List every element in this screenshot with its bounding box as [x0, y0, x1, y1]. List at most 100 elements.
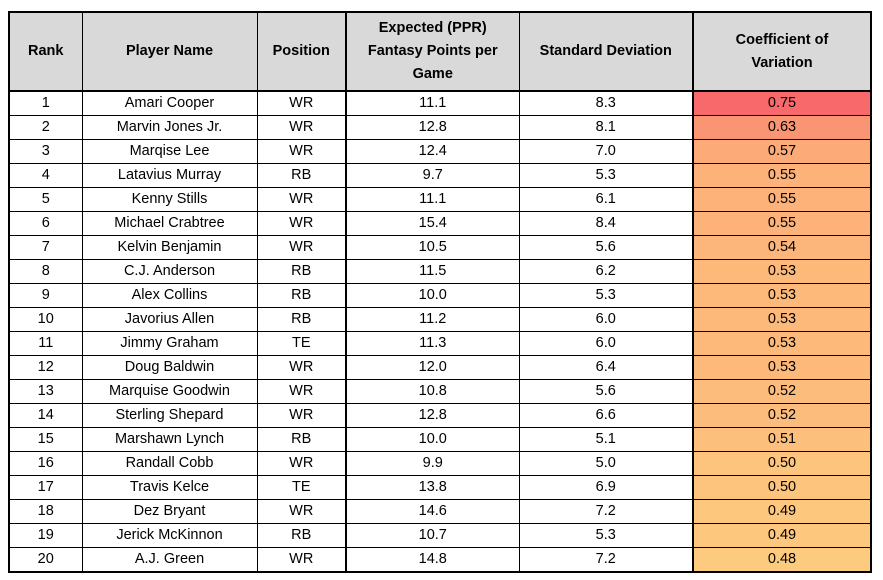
- cv-cell: 0.49: [692, 523, 872, 548]
- standard-deviation-cell: 6.2: [518, 259, 694, 284]
- position-cell: WR: [256, 355, 347, 380]
- table-row: 4 Latavius Murray RB 9.7 5.3 0.55: [8, 163, 872, 188]
- cv-cell: 0.52: [692, 403, 872, 428]
- standard-deviation-cell: 6.6: [518, 403, 694, 428]
- player-name-cell: Latavius Murray: [81, 163, 258, 188]
- player-name-cell: C.J. Anderson: [81, 259, 258, 284]
- cv-cell: 0.63: [692, 115, 872, 140]
- position-cell: TE: [256, 331, 347, 356]
- table-row: 14 Sterling Shepard WR 12.8 6.6 0.52: [8, 403, 872, 428]
- table-row: 19 Jerick McKinnon RB 10.7 5.3 0.49: [8, 523, 872, 548]
- expected-points-cell: 15.4: [345, 211, 520, 236]
- expected-points-cell: 13.8: [345, 475, 520, 500]
- player-name-cell: Sterling Shepard: [81, 403, 258, 428]
- position-cell: WR: [256, 90, 347, 116]
- expected-points-cell: 14.8: [345, 547, 520, 573]
- cv-cell: 0.53: [692, 355, 872, 380]
- header-standard-deviation: Standard Deviation: [518, 11, 694, 92]
- header-player-name: Player Name: [81, 11, 258, 92]
- table-row: 20 A.J. Green WR 14.8 7.2 0.48: [8, 547, 872, 573]
- expected-points-cell: 10.7: [345, 523, 520, 548]
- rank-cell: 17: [8, 475, 83, 500]
- table-row: 17 Travis Kelce TE 13.8 6.9 0.50: [8, 475, 872, 500]
- position-cell: RB: [256, 283, 347, 308]
- header-coefficient-of-variation: Coefficient of Variation: [692, 11, 872, 92]
- rank-cell: 16: [8, 451, 83, 476]
- rank-cell: 13: [8, 379, 83, 404]
- player-name-cell: Dez Bryant: [81, 499, 258, 524]
- cv-cell: 0.75: [692, 90, 872, 116]
- standard-deviation-cell: 6.0: [518, 307, 694, 332]
- rank-cell: 3: [8, 139, 83, 164]
- position-cell: RB: [256, 307, 347, 332]
- table-row: 12 Doug Baldwin WR 12.0 6.4 0.53: [8, 355, 872, 380]
- rank-cell: 7: [8, 235, 83, 260]
- cv-cell: 0.50: [692, 475, 872, 500]
- table-row: 18 Dez Bryant WR 14.6 7.2 0.49: [8, 499, 872, 524]
- standard-deviation-cell: 7.2: [518, 499, 694, 524]
- standard-deviation-cell: 8.3: [518, 90, 694, 116]
- player-name-cell: Doug Baldwin: [81, 355, 258, 380]
- standard-deviation-cell: 6.4: [518, 355, 694, 380]
- player-name-cell: Marqise Lee: [81, 139, 258, 164]
- cv-cell: 0.54: [692, 235, 872, 260]
- player-name-cell: Javorius Allen: [81, 307, 258, 332]
- rank-cell: 1: [8, 90, 83, 116]
- expected-points-cell: 10.5: [345, 235, 520, 260]
- table-row: 10 Javorius Allen RB 11.2 6.0 0.53: [8, 307, 872, 332]
- players-table: Rank Player Name Position Expected (PPR)…: [8, 11, 872, 573]
- expected-points-cell: 12.4: [345, 139, 520, 164]
- cv-cell: 0.53: [692, 307, 872, 332]
- expected-points-cell: 12.8: [345, 115, 520, 140]
- rank-cell: 8: [8, 259, 83, 284]
- standard-deviation-cell: 5.6: [518, 379, 694, 404]
- player-name-cell: Marshawn Lynch: [81, 427, 258, 452]
- header-position: Position: [256, 11, 347, 92]
- rank-cell: 18: [8, 499, 83, 524]
- expected-points-cell: 12.8: [345, 403, 520, 428]
- position-cell: RB: [256, 427, 347, 452]
- standard-deviation-cell: 5.0: [518, 451, 694, 476]
- player-name-cell: Kelvin Benjamin: [81, 235, 258, 260]
- table-row: 5 Kenny Stills WR 11.1 6.1 0.55: [8, 187, 872, 212]
- rank-cell: 9: [8, 283, 83, 308]
- standard-deviation-cell: 8.4: [518, 211, 694, 236]
- standard-deviation-cell: 8.1: [518, 115, 694, 140]
- cv-cell: 0.48: [692, 547, 872, 573]
- table-row: 3 Marqise Lee WR 12.4 7.0 0.57: [8, 139, 872, 164]
- player-name-cell: Randall Cobb: [81, 451, 258, 476]
- header-rank: Rank: [8, 11, 83, 92]
- expected-points-cell: 11.1: [345, 187, 520, 212]
- expected-points-cell: 11.5: [345, 259, 520, 284]
- position-cell: WR: [256, 499, 347, 524]
- table-row: 6 Michael Crabtree WR 15.4 8.4 0.55: [8, 211, 872, 236]
- position-cell: WR: [256, 451, 347, 476]
- rank-cell: 15: [8, 427, 83, 452]
- cv-cell: 0.57: [692, 139, 872, 164]
- position-cell: WR: [256, 115, 347, 140]
- position-cell: RB: [256, 523, 347, 548]
- rank-cell: 11: [8, 331, 83, 356]
- table-row: 16 Randall Cobb WR 9.9 5.0 0.50: [8, 451, 872, 476]
- standard-deviation-cell: 5.3: [518, 163, 694, 188]
- header-row: Rank Player Name Position Expected (PPR)…: [8, 11, 872, 92]
- player-name-cell: Travis Kelce: [81, 475, 258, 500]
- player-name-cell: Kenny Stills: [81, 187, 258, 212]
- player-name-cell: Jerick McKinnon: [81, 523, 258, 548]
- cv-cell: 0.53: [692, 283, 872, 308]
- cv-cell: 0.51: [692, 427, 872, 452]
- position-cell: WR: [256, 211, 347, 236]
- header-expected-points: Expected (PPR) Fantasy Points per Game: [345, 11, 520, 92]
- player-name-cell: Alex Collins: [81, 283, 258, 308]
- position-cell: WR: [256, 403, 347, 428]
- expected-points-cell: 10.8: [345, 379, 520, 404]
- player-name-cell: Jimmy Graham: [81, 331, 258, 356]
- expected-points-cell: 11.2: [345, 307, 520, 332]
- table-row: 15 Marshawn Lynch RB 10.0 5.1 0.51: [8, 427, 872, 452]
- expected-points-cell: 12.0: [345, 355, 520, 380]
- cv-cell: 0.53: [692, 331, 872, 356]
- player-name-cell: Marvin Jones Jr.: [81, 115, 258, 140]
- player-name-cell: Marquise Goodwin: [81, 379, 258, 404]
- standard-deviation-cell: 6.9: [518, 475, 694, 500]
- cv-cell: 0.50: [692, 451, 872, 476]
